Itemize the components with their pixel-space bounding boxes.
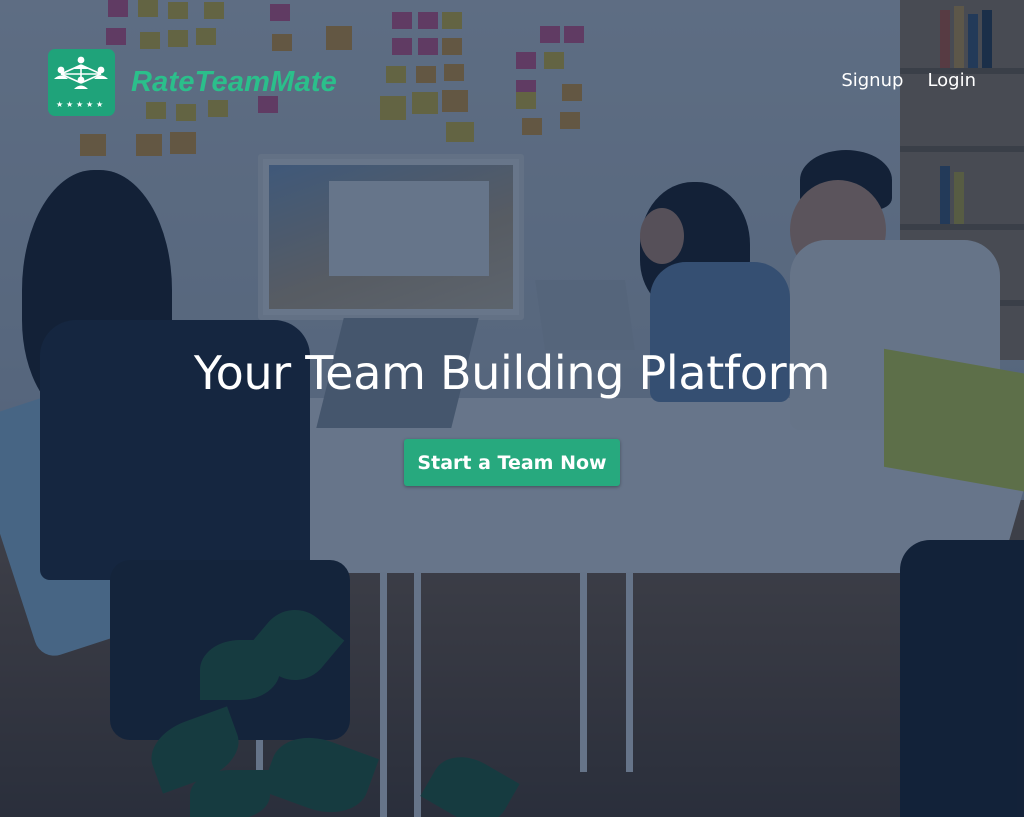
svg-text:★: ★: [76, 100, 83, 109]
navbar: ★ ★ ★ ★ ★ RateTeamMate Signup Login: [0, 0, 1024, 164]
svg-text:★: ★: [66, 100, 73, 109]
logo-graphic: ★ ★ ★ ★ ★: [54, 56, 108, 109]
svg-text:★: ★: [86, 100, 93, 109]
brand-name[interactable]: RateTeamMate: [131, 66, 337, 99]
svg-text:★: ★: [56, 100, 63, 109]
login-link[interactable]: Login: [927, 70, 976, 91]
start-team-button[interactable]: Start a Team Now: [404, 439, 620, 486]
team-network-with-five-stars-icon[interactable]: ★ ★ ★ ★ ★: [48, 48, 115, 116]
svg-text:★: ★: [96, 100, 103, 109]
brand[interactable]: ★ ★ ★ ★ ★ RateTeamMate: [48, 48, 337, 116]
hero-section: ★ ★ ★ ★ ★ RateTeamMate Signup Login Your…: [0, 0, 1024, 817]
signup-link[interactable]: Signup: [841, 70, 903, 91]
top-nav: Signup Login: [841, 70, 976, 91]
hero-headline: Your Team Building Platform: [193, 346, 831, 400]
